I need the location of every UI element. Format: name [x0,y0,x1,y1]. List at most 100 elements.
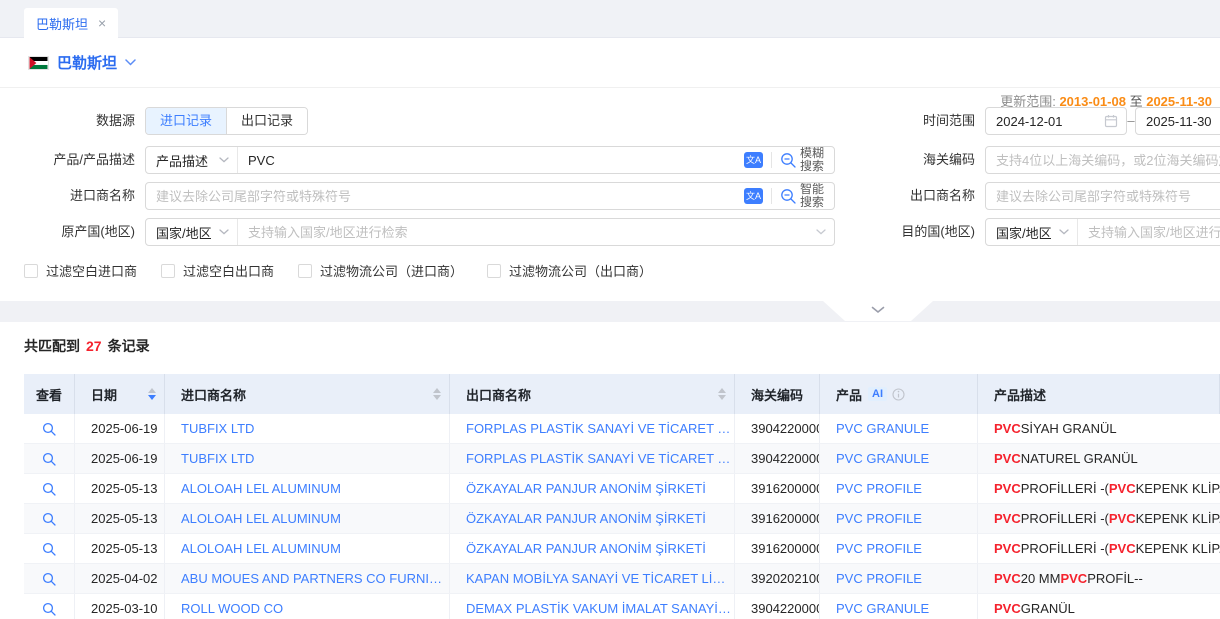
checkbox-icon[interactable] [24,264,38,278]
time-range-start-input[interactable] [986,108,1096,134]
checkbox-icon[interactable] [487,264,501,278]
tab-palestine[interactable]: 巴勒斯坦 × [24,8,118,38]
exporter-link[interactable]: DEMAX PLASTİK VAKUM İMALAT SANAYİ V... [466,601,734,616]
date-cell: 2025-03-10 [75,594,165,619]
sort-desc-icon[interactable] [433,395,441,400]
tab-close-icon[interactable]: × [98,16,106,30]
importer-input[interactable] [146,183,736,209]
product-link[interactable]: PVC PROFILE [836,511,922,526]
magnifier-icon [42,602,56,616]
origin-input[interactable] [238,219,808,245]
chevron-down-icon [1059,229,1069,235]
sort-desc-icon[interactable] [148,395,156,400]
product-search-suffix: 文A 模糊搜索 [736,147,834,173]
data-source-label: 数据源 [0,107,135,135]
table-row: 2025-04-02ABU MOUES AND PARTNERS CO FURN… [24,564,1220,594]
exporter-cell: KAPAN MOBİLYA SANAYİ VE TİCARET LİMİT... [450,564,735,593]
origin-country-select[interactable]: 国家/地区 [146,219,238,245]
fuzzy-search-label: 模糊搜索 [800,147,826,173]
smart-search-button[interactable]: 智能搜索 [780,183,826,209]
translate-icon[interactable]: 文A [744,188,763,204]
filter-checkbox-1[interactable]: 过滤空白出口商 [161,261,274,280]
exporter-link[interactable]: FORPLAS PLASTİK SANAYİ VE TİCARET LİMİ..… [466,451,734,466]
sort-asc-icon[interactable] [718,388,726,393]
importer-link[interactable]: ALOLOAH LEL ALUMINUM [181,481,341,496]
fuzzy-search-button[interactable]: 模糊搜索 [780,147,826,173]
importer-link[interactable]: TUBFIX LTD [181,421,254,436]
date-cell: 2025-05-13 [75,534,165,563]
view-record-button[interactable] [24,594,75,619]
product-link[interactable]: PVC PROFILE [836,571,922,586]
filter-checkbox-0[interactable]: 过滤空白进口商 [24,261,137,280]
importer-link[interactable]: ROLL WOOD CO [181,601,283,616]
product-link[interactable]: PVC GRANULE [836,451,929,466]
sort-asc-icon[interactable] [433,388,441,393]
view-record-button[interactable] [24,504,75,533]
chevron-down-icon[interactable] [125,59,136,66]
keyword-highlight: PVC [994,451,1021,466]
filter-checkbox-3[interactable]: 过滤物流公司（出口商） [487,261,652,280]
exporter-link[interactable]: ÖZKAYALAR PANJUR ANONİM ŞİRKETİ [466,481,706,496]
exporter-input[interactable] [986,183,1220,209]
time-range-end-input[interactable] [1136,108,1220,134]
sort-desc-icon[interactable] [718,395,726,400]
exporter-link[interactable]: FORPLAS PLASTİK SANAYİ VE TİCARET LİMİ..… [466,421,734,436]
origin-label: 原产国(地区) [0,218,135,246]
hs-code-input[interactable] [986,147,1220,173]
product-link[interactable]: PVC GRANULE [836,421,929,436]
destination-input[interactable] [1078,219,1220,245]
product-cell: PVC PROFILE [820,534,978,563]
destination-country-select[interactable]: 国家/地区 [986,219,1078,245]
product-link[interactable]: PVC PROFILE [836,541,922,556]
product-link[interactable]: PVC GRANULE [836,601,929,616]
hs-code-cell: 3904220000 [735,594,820,619]
filter-checkbox-2[interactable]: 过滤物流公司（进口商） [298,261,463,280]
product-input[interactable] [238,147,736,173]
view-record-button[interactable] [24,474,75,503]
importer-link[interactable]: ABU MOUES AND PARTNERS CO FURNITURE [181,571,449,586]
time-range-end-box [1135,107,1220,135]
header-hs-code: 海关编码 [735,374,820,414]
magnifier-icon [42,482,56,496]
sort-toggle[interactable] [718,388,726,400]
description-text: 20 MM [1021,571,1061,586]
description-cell: PVC NATUREL GRANÜL [978,444,1220,473]
table-row: 2025-03-10 ROLL WOOD CO DEMAX PLASTİK VAKU… [24,594,1220,619]
suffix-divider [771,152,772,168]
header-date[interactable]: 日期 [75,374,165,414]
sort-toggle[interactable] [433,388,441,400]
sort-toggle[interactable] [148,388,156,400]
hs-code-cell: 3916200000 [735,474,820,503]
importer-link[interactable]: ALOLOAH LEL ALUMINUM [181,541,341,556]
product-link[interactable]: PVC PROFILE [836,481,922,496]
info-icon[interactable] [892,388,905,401]
chevron-down-icon[interactable] [808,229,834,235]
tab-label: 巴勒斯坦 [36,14,88,33]
smart-search-label: 智能搜索 [800,183,826,209]
view-record-button[interactable] [24,534,75,563]
calendar-icon[interactable] [1096,114,1126,128]
view-record-button[interactable] [24,564,75,593]
sort-asc-icon[interactable] [148,388,156,393]
export-records-option[interactable]: 出口记录 [226,108,307,134]
importer-label: 进口商名称 [0,182,135,210]
product-cell: PVC GRANULE [820,414,978,443]
exporter-link[interactable]: ÖZKAYALAR PANJUR ANONİM ŞİRKETİ [466,511,706,526]
translate-icon[interactable]: 文A [744,152,763,168]
import-records-option[interactable]: 进口记录 [146,108,226,134]
view-record-button[interactable] [24,444,75,473]
header-exporter[interactable]: 出口商名称 [450,374,735,414]
importer-link[interactable]: TUBFIX LTD [181,451,254,466]
importer-link[interactable]: ALOLOAH LEL ALUMINUM [181,511,341,526]
exporter-link[interactable]: KAPAN MOBİLYA SANAYİ VE TİCARET LİMİT... [466,571,734,586]
header-importer[interactable]: 进口商名称 [165,374,450,414]
date-cell: 2025-05-13 [75,504,165,533]
checkbox-icon[interactable] [161,264,175,278]
checkbox-label: 过滤物流公司（进口商） [320,261,463,280]
product-type-select[interactable]: 产品描述 [146,147,238,173]
checkbox-icon[interactable] [298,264,312,278]
description-text: KEPENK KLİP... [1136,541,1220,556]
country-header[interactable]: 巴勒斯坦 [28,52,136,73]
view-record-button[interactable] [24,414,75,443]
exporter-link[interactable]: ÖZKAYALAR PANJUR ANONİM ŞİRKETİ [466,541,706,556]
